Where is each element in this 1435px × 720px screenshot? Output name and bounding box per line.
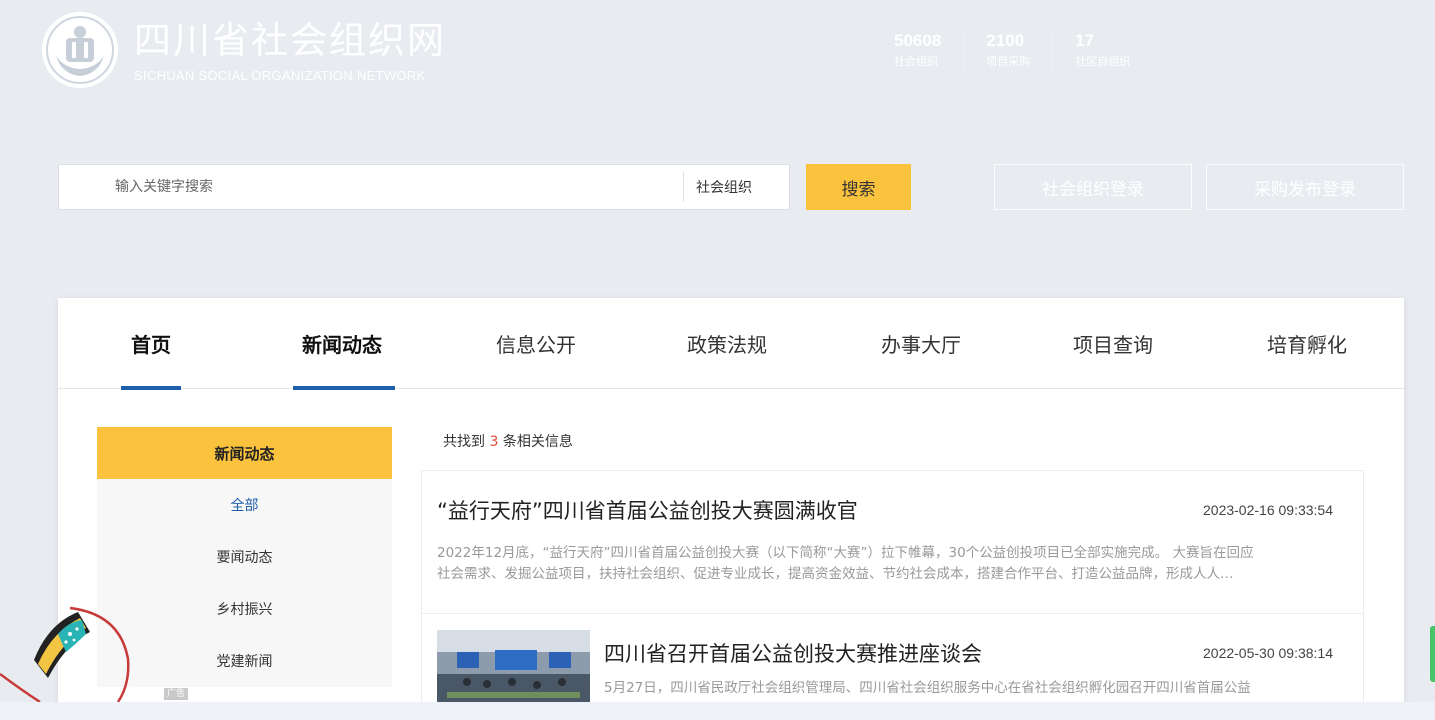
result-count-prefix: 共找到 — [443, 434, 485, 450]
news-date: 2023-02-16 09:33:54 — [1203, 502, 1333, 518]
news-desc-line: 2022年12月底，“益行天府”四川省首届公益创投大赛（以下简称“大赛”）拉下帷… — [437, 545, 1254, 561]
news-title[interactable]: “益行天府”四川省首届公益创投大赛圆满收官 — [437, 495, 858, 525]
nav-info-disclosure[interactable]: 信息公开 — [496, 298, 576, 389]
nav-home-underline — [121, 386, 181, 390]
news-description: 2022年12月底，“益行天府”四川省首届公益创投大赛（以下简称“大赛”）拉下帷… — [437, 543, 1337, 585]
search-button[interactable]: 搜索 — [806, 164, 911, 210]
stat-value: 2100 — [986, 31, 1025, 50]
news-thumbnail[interactable] — [437, 630, 590, 710]
news-sidebar: 新闻动态 全部 要闻动态 乡村振兴 党建新闻 — [97, 427, 392, 687]
main-content-card: 首页 新闻动态 信息公开 政策法规 办事大厅 项目查询 培育孵化 新闻动态 全部… — [58, 298, 1404, 720]
main-nav: 首页 新闻动态 信息公开 政策法规 办事大厅 项目查询 培育孵化 — [58, 298, 1404, 390]
logo-emblem-icon — [42, 12, 118, 88]
nav-incubation[interactable]: 培育孵化 — [1267, 298, 1347, 389]
nav-news[interactable]: 新闻动态 — [302, 298, 382, 389]
nav-policies[interactable]: 政策法规 — [687, 298, 767, 389]
nav-service-hall[interactable]: 办事大厅 — [881, 298, 961, 389]
site-title: 四川省社会组织网 — [134, 18, 446, 62]
stat-social-orgs[interactable]: 50608 社会组织 — [894, 31, 965, 68]
sidebar-heading: 新闻动态 — [97, 427, 392, 479]
sidebar-item-party-news[interactable]: 党建新闻 — [97, 635, 392, 687]
result-count-number: 3 — [489, 434, 499, 450]
bottom-strip — [0, 702, 1435, 720]
result-count: 共找到 3 条相关信息 — [443, 431, 573, 451]
ad-tag: 广告 — [164, 688, 189, 700]
stat-value: 17 — [1075, 31, 1095, 50]
stats-bar: 50608 社会组织 2100 项目采购 17 社区自组织 — [894, 32, 1174, 68]
sidebar-item-headlines[interactable]: 要闻动态 — [97, 531, 392, 583]
stat-label: 社会组织 — [894, 55, 938, 68]
site-subtitle: SICHUAN SOCIAL ORGANIZATION NETWORK — [134, 67, 426, 83]
news-desc-line: 社会需求、发掘公益项目，扶持社会组织、促进专业成长，提高资金效益、节约社会成本，… — [437, 566, 1234, 582]
nav-home[interactable]: 首页 — [131, 298, 171, 389]
floating-decoration-icon[interactable] — [0, 604, 135, 708]
search-type-select[interactable]: 社会组织 — [683, 172, 789, 202]
news-title[interactable]: 四川省召开首届公益创投大赛推进座谈会 — [604, 638, 982, 668]
org-login-button[interactable]: 社会组织登录 — [994, 164, 1192, 210]
stat-label: 社区自组织 — [1075, 55, 1131, 68]
search-box: 社会组织 — [58, 164, 790, 210]
news-date: 2022-05-30 09:38:14 — [1203, 645, 1333, 661]
news-item[interactable]: “益行天府”四川省首届公益创投大赛圆满收官 2023-02-16 09:33:5… — [422, 471, 1363, 614]
news-description: 5月27日，四川省民政厅社会组织管理局、四川省社会组织服务中心在省社会组织孵化园… — [604, 680, 1251, 696]
stat-project-purchase[interactable]: 2100 项目采购 — [986, 31, 1054, 68]
sidebar-item-rural-revitalization[interactable]: 乡村振兴 — [97, 583, 392, 635]
stat-value: 50608 — [894, 31, 942, 50]
purchase-login-button[interactable]: 采购发布登录 — [1206, 164, 1404, 210]
side-float-tab[interactable] — [1430, 626, 1435, 682]
stat-community-orgs[interactable]: 17 社区自组织 — [1075, 31, 1152, 69]
nav-news-underline — [293, 386, 395, 390]
result-count-suffix: 条相关信息 — [502, 434, 573, 450]
nav-project-query[interactable]: 项目查询 — [1073, 298, 1153, 389]
site-logo[interactable]: 四川省社会组织网 SICHUAN SOCIAL ORGANIZATION NET… — [42, 12, 446, 88]
stat-label: 项目采购 — [986, 55, 1031, 68]
news-list: “益行天府”四川省首届公益创投大赛圆满收官 2023-02-16 09:33:5… — [421, 470, 1364, 720]
search-input[interactable] — [59, 165, 683, 209]
sidebar-item-all[interactable]: 全部 — [97, 479, 392, 531]
